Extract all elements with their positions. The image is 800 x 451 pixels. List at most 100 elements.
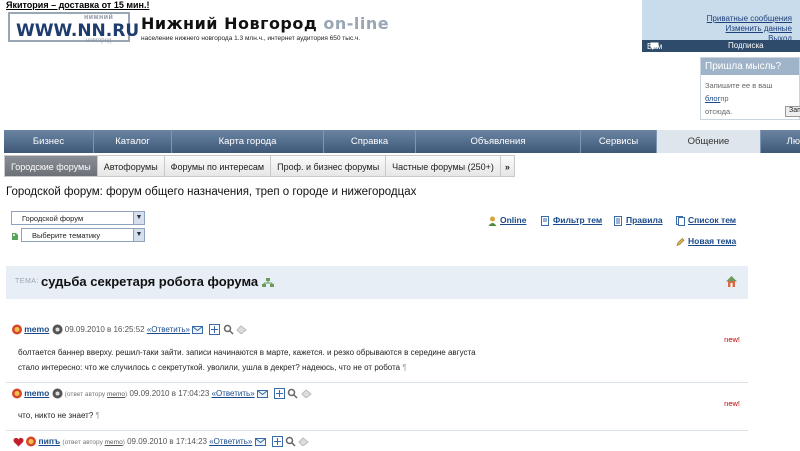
logo-caption-bottom: новгород [86, 38, 112, 44]
subnav-private-forums[interactable]: Частные форумы (250+) [386, 155, 501, 177]
post-date: 09.09.2010 в 16:25:52 [64, 325, 145, 334]
post-divider [6, 382, 748, 383]
nav-city-map[interactable]: Карта города [172, 130, 324, 153]
nav-communication[interactable]: Общение [657, 130, 761, 153]
reply-link[interactable]: «Ответить» [209, 437, 252, 446]
thumbs-icon[interactable] [298, 437, 310, 447]
post-header: пипъ (ответ автору memo) 09.09.2010 в 17… [13, 436, 310, 448]
post-header: memo 09.09.2010 в 16:25:52 «Ответить» [12, 324, 247, 336]
rules-link[interactable]: Правила [614, 215, 663, 226]
reply-to-author[interactable]: memo [107, 391, 125, 398]
envelope-icon[interactable] [192, 325, 204, 334]
subnav-business-forums[interactable]: Проф. и бизнес форумы [271, 155, 387, 177]
tree-icon[interactable] [274, 388, 286, 400]
pencil-icon [676, 237, 685, 246]
site-logo[interactable]: нижний WWW.NN.RU новгород [8, 12, 139, 44]
filter-topics-link[interactable]: Фильтр тем [541, 215, 602, 226]
chevron-down-icon: ▼ [133, 229, 144, 241]
magnifier-icon[interactable] [287, 388, 298, 399]
private-messages-link[interactable]: Приватные сообщения [707, 14, 792, 24]
topic-list-link[interactable]: Список тем [676, 215, 736, 226]
main-nav: Бизнес Каталог Карта города Справка Объя… [4, 130, 800, 153]
topic-title: судьба секретаря робота форума [41, 274, 274, 289]
envelope-icon[interactable] [256, 389, 268, 398]
blog-prompt-text-a: Запишите ее в ваш [705, 81, 773, 90]
reply-to-prefix: (ответ автору [62, 439, 103, 446]
subnav-more-button[interactable]: » [500, 155, 515, 177]
topic-category-select-value: Выберите тематику [32, 231, 101, 240]
reply-to-note: (ответ автору memo) [62, 439, 125, 446]
blog-write-button[interactable]: Зап [785, 106, 800, 117]
forum-select-value: Городской форум [22, 214, 84, 223]
magnifier-icon[interactable] [285, 436, 296, 447]
nav-business[interactable]: Бизнес [4, 130, 94, 153]
tree-view-icon[interactable] [261, 278, 274, 288]
post-line: болтается баннер вверху. решил-таки зайт… [18, 348, 476, 357]
site-title: Нижний Новгород on-line [141, 14, 389, 33]
forum-select[interactable]: Городской форум ▼ [11, 211, 145, 225]
promo-link[interactable]: Якитория – доставка от 15 мин.! [6, 0, 149, 10]
subnav-interest-forums[interactable]: Форумы по интересам [164, 155, 272, 177]
topic-label: ТЕМА: [15, 278, 39, 285]
post-date: 09.09.2010 в 17:04:23 [129, 389, 210, 398]
tree-icon[interactable] [271, 436, 283, 448]
subnav-city-forums[interactable]: Городские форумы [4, 155, 98, 177]
blog-link[interactable]: блог [705, 94, 720, 103]
post-divider [6, 430, 748, 431]
online-label: Online [500, 215, 527, 225]
new-topic-link[interactable]: Новая тема [676, 236, 736, 247]
subscription-link[interactable]: Подписка [728, 41, 764, 50]
home-icon[interactable] [725, 275, 738, 288]
post-body: болтается баннер вверху. решил-таки зайт… [18, 345, 476, 375]
site-subtitle: население нижнего новгорода 1.3 млн.ч., … [141, 35, 361, 42]
post-author[interactable]: пипъ [38, 436, 60, 446]
user-panel: Приватные сообщения Изменить данные Выхо… [642, 0, 800, 60]
post-author[interactable]: memo [24, 388, 49, 398]
new-badge: new! [724, 399, 740, 408]
edit-profile-link[interactable]: Изменить данные [707, 24, 792, 34]
user-bar: Вам отвечают Подписка [642, 40, 800, 60]
post-date: 09.09.2010 в 17:14:23 [127, 437, 207, 446]
subnav-auto-forums[interactable]: Автофорумы [97, 155, 165, 177]
user-icon [488, 216, 497, 226]
post-author[interactable]: memo [24, 324, 49, 334]
topic-header: ТЕМА: судьба секретаря робота форума [6, 266, 748, 299]
blog-prompt-box: Пришла мысль? Запишите ее в ваш блогпр о… [700, 57, 800, 120]
tag-icon [12, 233, 18, 240]
post-header: memo (ответ автору memo) 09.09.2010 в 17… [12, 388, 312, 400]
thumbs-icon[interactable] [300, 389, 312, 399]
magnifier-icon[interactable] [223, 324, 234, 335]
replies-label: Вам отвечают [647, 42, 682, 60]
new-badge: new! [724, 335, 740, 344]
topic-category-select[interactable]: Выберите тематику ▼ [21, 228, 145, 242]
nav-people[interactable]: Лю [761, 130, 800, 153]
logo-caption-top: нижний [84, 14, 114, 21]
filter-topics-label: Фильтр тем [553, 215, 603, 225]
online-link[interactable]: Online [488, 215, 526, 226]
thumbs-icon[interactable] [236, 325, 247, 335]
page-title: Городской форум: форум общего назначения… [6, 186, 417, 198]
blog-prompt-text-c: отсюда. [705, 107, 733, 116]
reply-link[interactable]: «Ответить» [147, 325, 190, 334]
reply-link[interactable]: «Ответить» [212, 389, 255, 398]
gear-icon [52, 388, 63, 399]
nav-services[interactable]: Сервисы [581, 130, 657, 153]
reply-to-note: (ответ автору memo) [64, 391, 128, 398]
reply-to-author[interactable]: memo [105, 439, 123, 446]
nav-help[interactable]: Справка [324, 130, 416, 153]
filter-document-icon [541, 215, 549, 226]
user-avatar-icon [26, 436, 37, 447]
post-line-wrap: стало интересно: что же случилось с секр… [18, 360, 476, 375]
nav-catalog[interactable]: Каталог [94, 130, 172, 153]
list-icon [676, 215, 685, 226]
envelope-icon[interactable] [254, 437, 266, 446]
pilcrow-icon: ¶ [402, 363, 407, 372]
nav-ads[interactable]: Объявления [416, 130, 581, 153]
forum-subnav: Городские форумы Автофорумы Форумы по ин… [4, 155, 515, 177]
document-icon [614, 215, 622, 226]
gear-icon [52, 324, 63, 335]
user-avatar-icon [12, 388, 22, 399]
blog-prompt-title: Пришла мысль? [701, 58, 799, 75]
tree-icon[interactable] [209, 324, 221, 336]
replies-link[interactable]: Вам отвечают [647, 41, 681, 60]
